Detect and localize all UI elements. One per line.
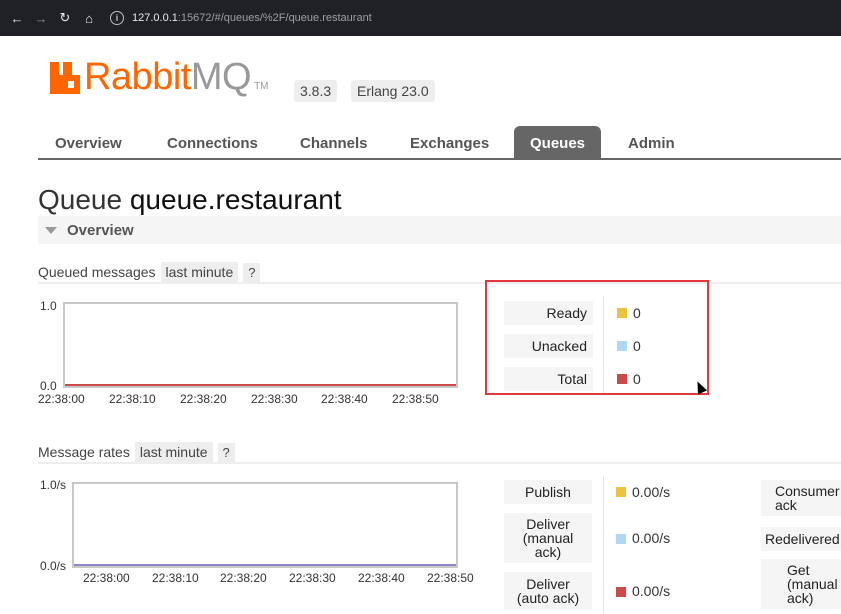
address-bar[interactable]: i 127.0.0.1 :15672/#/queues/%2F/queue.re…	[104, 6, 841, 30]
section-title: Overview	[67, 221, 134, 239]
divider	[38, 462, 841, 464]
legend-value: 0.00/s	[632, 530, 671, 546]
rates-x-tick: 22:38:00	[83, 571, 130, 585]
rabbitmq-logo-icon	[50, 62, 80, 94]
info-icon[interactable]: i	[110, 11, 124, 25]
caret-down-icon	[45, 226, 57, 234]
queued-x-tick: 22:38:00	[38, 392, 85, 406]
queued-messages-label: Queued messages	[38, 264, 156, 280]
queued-x-tick: 22:38:50	[392, 392, 439, 406]
logo-text-mq: MQ	[190, 56, 252, 98]
message-rates-chart	[72, 482, 458, 568]
home-icon[interactable]: ⌂	[78, 7, 100, 29]
queued-x-tick: 22:38:30	[251, 392, 298, 406]
main-nav-tabs: Overview Connections Channels Exchanges …	[38, 125, 841, 160]
rates-y-min: 0.0/s	[40, 559, 67, 573]
queued-messages-chart	[63, 302, 458, 388]
tab-exchanges[interactable]: Exchanges	[394, 126, 505, 160]
queued-x-tick: 22:38:10	[109, 392, 156, 406]
rate-label-deliver-manual: Deliver (manual ack)	[504, 513, 592, 563]
rates-x-tick: 22:38:20	[220, 571, 267, 585]
rate-label-redelivered: Redelivered	[761, 527, 841, 551]
queued-x-tick: 22:38:40	[321, 392, 368, 406]
rates-x-tick: 22:38:30	[289, 571, 336, 585]
rate-label-publish: Publish	[504, 480, 592, 504]
queued-x-tick: 22:38:20	[180, 392, 227, 406]
tab-connections[interactable]: Connections	[151, 126, 274, 160]
erlang-version-badge: Erlang 23.0	[351, 80, 435, 102]
url-path: :15672/#/queues/%2F/queue.restaurant	[177, 12, 372, 24]
rates-help-button[interactable]: ?	[217, 442, 235, 462]
url-host: 127.0.0.1	[132, 12, 178, 24]
legend-swatch	[616, 487, 626, 497]
message-rates-header: Message rates last minute ?	[38, 442, 235, 462]
queued-y-max: 1.0	[40, 299, 57, 313]
queue-name: queue.restaurant	[129, 184, 342, 215]
queued-series-line	[65, 384, 456, 386]
browser-toolbar: ← → ↻ ⌂ i 127.0.0.1 :15672/#/queues/%2F/…	[0, 0, 841, 36]
logo-text-rabbit: Rabbit	[84, 56, 191, 98]
rates-series-line	[74, 564, 456, 566]
back-arrow-icon[interactable]: ←	[6, 7, 28, 29]
queued-messages-header: Queued messages last minute ?	[38, 262, 261, 282]
rate-label-consumer-ack: Consumer ack	[761, 480, 841, 516]
reload-icon[interactable]: ↻	[54, 7, 76, 29]
logo-trademark: TM	[254, 81, 269, 92]
legend-swatch	[616, 587, 626, 597]
queued-y-min: 0.0	[40, 379, 57, 393]
legend-swatch	[616, 534, 626, 544]
forward-arrow-icon[interactable]: →	[30, 7, 52, 29]
page-title-prefix: Queue	[38, 184, 123, 215]
rates-range-selector[interactable]: last minute	[134, 442, 213, 462]
rates-x-tick: 22:38:10	[152, 571, 199, 585]
tab-overview[interactable]: Overview	[39, 126, 138, 160]
divider	[38, 282, 841, 284]
tab-queues[interactable]: Queues	[514, 126, 602, 160]
rabbitmq-logo[interactable]: Rabbit MQ TM	[50, 56, 269, 98]
page-title: Queue queue.restaurant	[38, 184, 342, 216]
highlight-annotation-box	[485, 280, 709, 395]
rate-label-get-manual: Get (manual ack)	[761, 559, 841, 609]
rates-x-tick: 22:38:50	[427, 571, 474, 585]
legend-divider	[603, 476, 604, 614]
rates-x-tick: 22:38:40	[358, 571, 405, 585]
queued-range-selector[interactable]: last minute	[160, 262, 239, 282]
legend-value: 0.00/s	[632, 583, 671, 599]
legend-value: 0.00/s	[632, 484, 671, 500]
rates-y-max: 1.0/s	[40, 478, 67, 492]
tab-channels[interactable]: Channels	[284, 126, 384, 160]
message-rates-label: Message rates	[38, 444, 130, 460]
rate-label-deliver-auto: Deliver (auto ack)	[504, 572, 592, 610]
overview-section-toggle[interactable]: Overview	[38, 216, 841, 244]
version-badge: 3.8.3	[294, 80, 338, 102]
tab-admin[interactable]: Admin	[612, 126, 691, 160]
queued-help-button[interactable]: ?	[243, 262, 261, 282]
